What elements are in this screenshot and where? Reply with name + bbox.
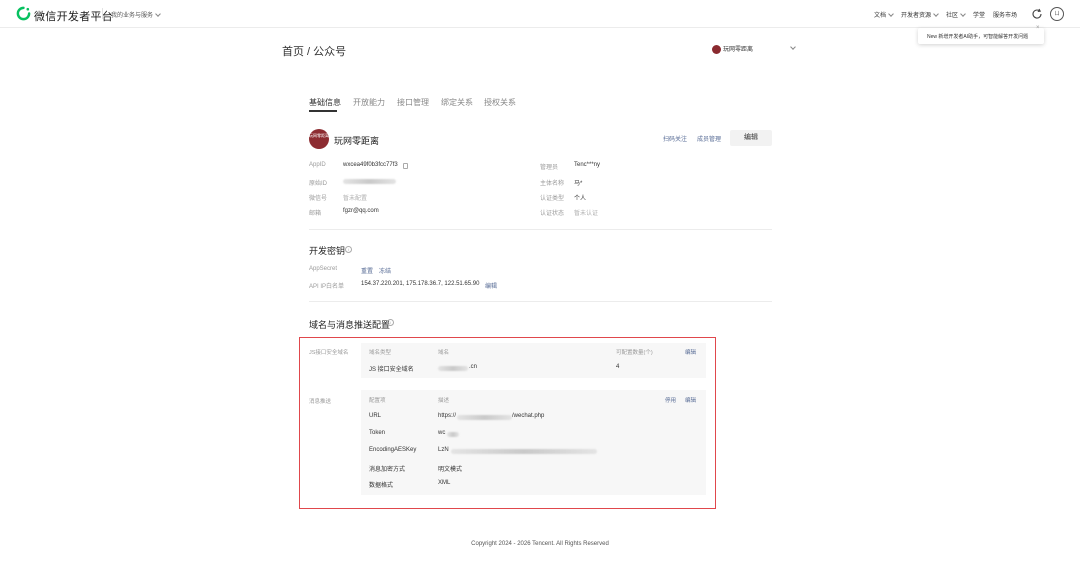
- js-domain-redacted: [438, 366, 468, 371]
- notification-popover[interactable]: New 新增开发者AI助手，可智能解答开发问题: [918, 28, 1044, 44]
- info-icon[interactable]: i: [345, 246, 352, 253]
- top-navigation-bar: 微信开发者平台 我的业务与服务 文档 开发者资源 社区 学堂 服务市场 ㄩ: [0, 0, 1080, 28]
- admin-label: 管理员: [540, 165, 559, 171]
- cert-type-label: 认证类型: [540, 196, 565, 202]
- account-name: 玩网零距离: [334, 136, 380, 146]
- js-domain-suffix: .cn: [469, 364, 478, 370]
- col-config-item: 配置项: [369, 398, 386, 404]
- col-config-count: 可配置数量(个): [616, 350, 653, 356]
- nav-academy[interactable]: 学堂: [973, 10, 985, 19]
- push-url-suffix: /wechat.php: [512, 413, 545, 419]
- copyright-footer: Copyright 2024 - 2026 Tencent. All Right…: [471, 541, 609, 547]
- chevron-down-icon[interactable]: [790, 44, 796, 50]
- js-domain-section-label: JS接口安全域名: [309, 350, 349, 356]
- active-tab-indicator: [309, 110, 337, 112]
- nav-docs[interactable]: 文档: [874, 10, 894, 19]
- business-services-label: 我的业务与服务: [111, 13, 154, 19]
- chevron-down-icon: [960, 11, 966, 17]
- tab-authorizations[interactable]: 授权关系: [484, 97, 516, 108]
- wechat-id-label: 微信号: [309, 196, 328, 202]
- push-token-prefix: wc: [438, 430, 446, 436]
- push-format-value: XML: [438, 480, 451, 486]
- business-services-menu[interactable]: 我的业务与服务: [111, 10, 161, 19]
- nav-dev-resources[interactable]: 开发者资源: [901, 10, 939, 19]
- message-push-panel: [361, 390, 706, 495]
- ip-whitelist-value: 154.37.220.201, 175.178.36.7, 122.51.65.…: [361, 281, 480, 287]
- email-value: fgzr@qq.com: [343, 208, 379, 214]
- nav-dev-resources-label: 开发者资源: [901, 13, 932, 19]
- nav-community-label: 社区: [946, 13, 959, 19]
- chevron-down-icon: [888, 11, 894, 17]
- scan-follow-link[interactable]: 扫码关注: [663, 134, 687, 143]
- cert-status-value: 暂未认证: [574, 211, 599, 217]
- js-domain-count-cell: 4: [616, 364, 620, 370]
- push-url-redacted: [457, 415, 512, 420]
- cert-status-label: 认证状态: [540, 211, 565, 217]
- push-format-key: 数据格式: [369, 483, 394, 489]
- push-disable-link[interactable]: 停用: [665, 396, 676, 404]
- col-description: 描述: [438, 398, 450, 404]
- account-avatar: [712, 44, 721, 54]
- push-token-key: Token: [369, 430, 386, 436]
- admin-value: Tenc***ny: [574, 162, 601, 168]
- copy-icon[interactable]: [403, 163, 408, 169]
- nav-community[interactable]: 社区: [946, 10, 966, 19]
- freeze-secret-link[interactable]: 冻结: [379, 266, 391, 275]
- tab-api-management[interactable]: 接口管理: [397, 97, 429, 108]
- breadcrumb: 首页 / 公众号: [282, 46, 347, 58]
- edit-profile-button[interactable]: 编辑: [730, 130, 772, 146]
- col-domain-type: 域名类型: [369, 350, 392, 356]
- tab-basic-info[interactable]: 基础信息: [309, 97, 341, 108]
- header-separator: [102, 8, 103, 19]
- refresh-icon[interactable]: [1031, 8, 1043, 20]
- tab-bindings[interactable]: 绑定关系: [441, 97, 473, 108]
- push-encryption-key: 消息加密方式: [369, 467, 406, 473]
- subject-label: 主体名称: [540, 181, 565, 187]
- push-aeskey-prefix: LzN: [438, 447, 449, 453]
- section-divider: [309, 301, 772, 302]
- domain-config-title: 域名与消息推送配置: [309, 320, 391, 330]
- appid-value: wxcea49f0b3fcc77f3: [343, 162, 398, 168]
- nav-docs-label: 文档: [874, 13, 887, 19]
- wechat-id-value: 暂未配置: [343, 196, 368, 202]
- member-manage-link[interactable]: 成员管理: [697, 134, 721, 143]
- original-id-redacted: [343, 179, 396, 184]
- chevron-down-icon: [933, 11, 939, 17]
- push-url-key: URL: [369, 413, 382, 419]
- section-divider: [309, 229, 772, 230]
- account-switcher[interactable]: 玩网零距离: [712, 44, 753, 54]
- email-label: 邮箱: [309, 211, 322, 217]
- original-id-label: 原始ID: [309, 181, 328, 187]
- user-avatar[interactable]: ㄩ: [1050, 7, 1064, 21]
- js-domain-edit-link[interactable]: 编辑: [685, 348, 696, 356]
- dev-key-title: 开发密钥: [309, 246, 346, 256]
- push-url-prefix: https://: [438, 413, 457, 419]
- push-token-redacted: [447, 432, 459, 437]
- info-icon[interactable]: i: [387, 319, 394, 326]
- cert-type-value: 个人: [574, 196, 587, 202]
- chevron-down-icon: [155, 11, 161, 17]
- wechat-dev-logo-icon[interactable]: [16, 6, 31, 21]
- push-encryption-value: 明文模式: [438, 467, 463, 473]
- subject-value: 马*: [574, 181, 583, 187]
- account-avatar-large: 玩网零距离: [309, 129, 329, 149]
- push-aeskey-redacted: [451, 449, 597, 454]
- push-aeskey-key: EncodingAESKey: [369, 447, 417, 453]
- tab-open-capabilities[interactable]: 开放能力: [353, 97, 385, 108]
- nav-service-market[interactable]: 服务市场: [993, 10, 1017, 19]
- ip-whitelist-edit-link[interactable]: 编辑: [485, 281, 497, 290]
- appid-label: AppID: [309, 162, 326, 168]
- appsecret-label: AppSecret: [309, 266, 338, 272]
- col-domain: 域名: [438, 350, 450, 356]
- message-push-section-label: 消息推送: [309, 399, 332, 405]
- js-domain-type-cell: JS 接口安全域名: [369, 367, 414, 373]
- push-edit-link[interactable]: 编辑: [685, 396, 696, 404]
- account-switcher-label: 玩网零距离: [723, 47, 754, 53]
- ip-whitelist-label: API IP白名单: [309, 284, 345, 290]
- reset-secret-link[interactable]: 重置: [361, 266, 373, 275]
- close-icon[interactable]: ×: [1036, 25, 1040, 31]
